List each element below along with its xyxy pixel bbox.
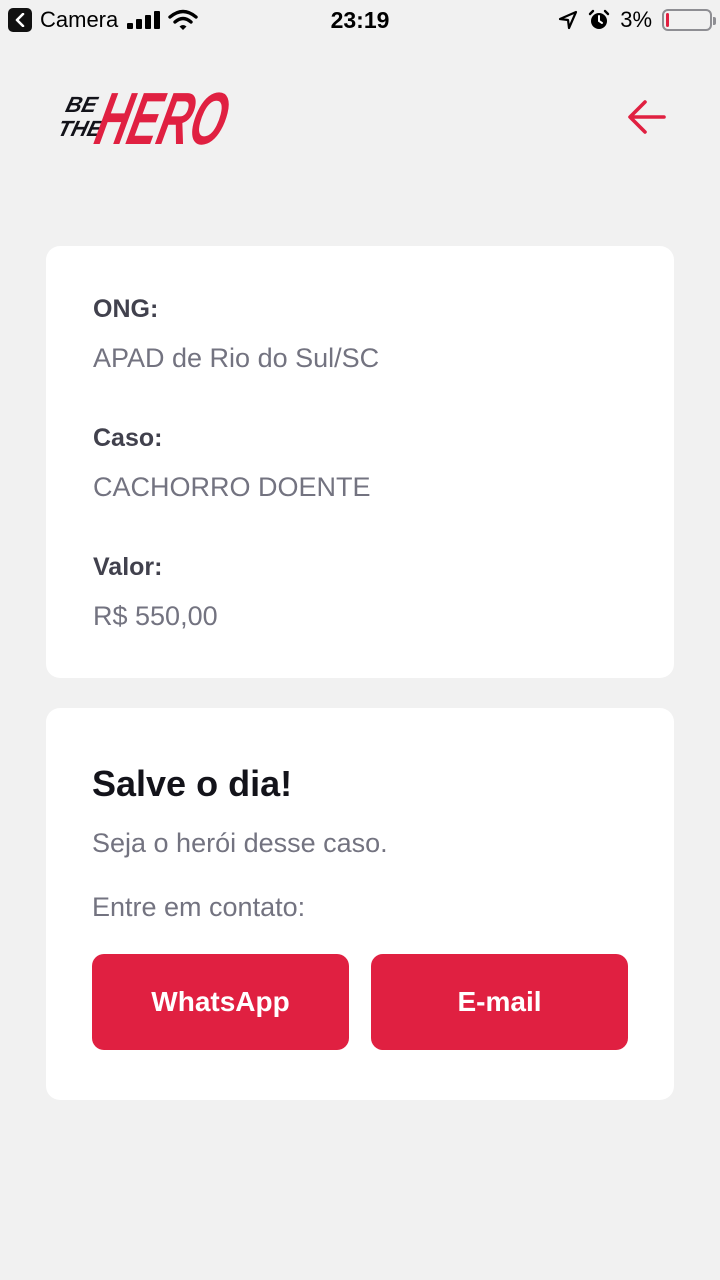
ong-value: APAD de Rio do Sul/SC	[93, 343, 380, 373]
back-app-label[interactable]: Camera	[40, 7, 118, 33]
signal-icon	[127, 11, 161, 29]
arrow-left-icon	[628, 100, 666, 134]
location-arrow-icon	[559, 10, 578, 30]
contact-prompt: Entre em contato:	[92, 892, 306, 922]
battery-level	[666, 13, 669, 27]
status-bar: Camera 23:19 3%	[0, 0, 720, 40]
be-the-hero-logo: BE THE HERO	[55, 77, 236, 158]
case-value: CACHORRO DOENTE	[93, 472, 371, 502]
ong-property: ONG: APAD de Rio do Sul/SC	[93, 294, 627, 373]
back-button[interactable]	[624, 94, 670, 140]
value-label: Valor:	[93, 553, 163, 581]
status-bar-left: Camera	[8, 7, 198, 33]
battery-percent: 3%	[620, 7, 652, 32]
back-to-app-icon[interactable]	[8, 8, 32, 32]
logo-hero-text: HERO	[89, 77, 236, 158]
contact-description: Seja o herói desse caso.	[92, 828, 388, 858]
case-label: Caso:	[93, 424, 163, 452]
incident-card: ONG: APAD de Rio do Sul/SC Caso: CACHORR…	[46, 246, 674, 678]
status-bar-right: 3%	[558, 7, 716, 33]
value-amount: R$ 550,00	[93, 601, 218, 631]
wifi-icon	[168, 9, 198, 30]
alarm-icon	[589, 9, 610, 29]
ong-label: ONG:	[93, 295, 159, 323]
email-button[interactable]: E-mail	[371, 954, 628, 1050]
battery-icon	[662, 9, 716, 31]
case-property: Caso: CACHORRO DOENTE	[93, 423, 627, 502]
contact-title: Salve o dia!	[92, 763, 293, 804]
contact-actions: WhatsApp E-mail	[92, 954, 628, 1050]
whatsapp-button[interactable]: WhatsApp	[92, 954, 349, 1050]
value-property: Valor: R$ 550,00	[93, 552, 627, 631]
contact-card: Salve o dia! Seja o herói desse caso. En…	[46, 708, 674, 1100]
logo-be-text: BE	[63, 92, 101, 117]
